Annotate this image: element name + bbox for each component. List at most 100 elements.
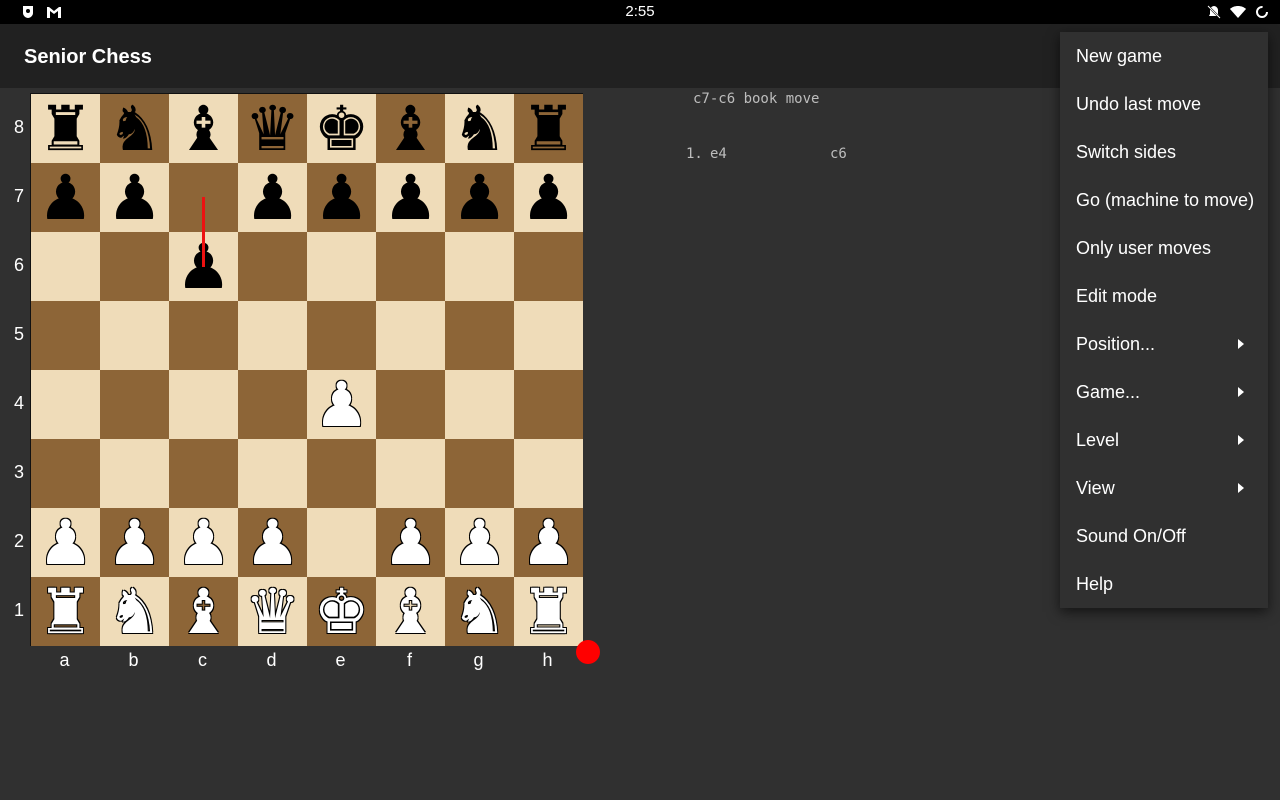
square-b5[interactable] [100,301,169,370]
square-b3[interactable] [100,439,169,508]
square-e3[interactable] [307,439,376,508]
square-e8[interactable]: ♚ [307,94,376,163]
square-h6[interactable] [514,232,583,301]
square-g2[interactable]: ♟ [445,508,514,577]
square-f7[interactable]: ♟ [376,163,445,232]
square-f8[interactable]: ♝ [376,94,445,163]
square-c2[interactable]: ♟ [169,508,238,577]
square-g6[interactable] [445,232,514,301]
black-king-icon[interactable]: ♚ [314,98,370,160]
square-f6[interactable] [376,232,445,301]
white-pawn-icon[interactable]: ♟ [314,374,370,436]
white-queen-icon[interactable]: ♛ [245,581,301,643]
black-pawn-icon[interactable]: ♟ [521,167,577,229]
square-a5[interactable] [31,301,100,370]
square-g7[interactable]: ♟ [445,163,514,232]
black-rook-icon[interactable]: ♜ [521,98,577,160]
square-e4[interactable]: ♟ [307,370,376,439]
square-h4[interactable] [514,370,583,439]
square-a8[interactable]: ♜ [31,94,100,163]
square-h3[interactable] [514,439,583,508]
square-c1[interactable]: ♝ [169,577,238,646]
black-pawn-icon[interactable]: ♟ [38,167,94,229]
white-king-icon[interactable]: ♚ [314,581,370,643]
square-f3[interactable] [376,439,445,508]
square-d4[interactable] [238,370,307,439]
menu-item-only-user-moves[interactable]: Only user moves [1060,224,1268,272]
square-h8[interactable]: ♜ [514,94,583,163]
square-c5[interactable] [169,301,238,370]
square-f2[interactable]: ♟ [376,508,445,577]
square-h1[interactable]: ♜ [514,577,583,646]
white-pawn-icon[interactable]: ♟ [245,512,301,574]
black-queen-icon[interactable]: ♛ [245,98,301,160]
square-g3[interactable] [445,439,514,508]
white-knight-icon[interactable]: ♞ [107,581,163,643]
menu-item-help[interactable]: Help [1060,560,1268,608]
menu-item-game[interactable]: Game... [1060,368,1268,416]
white-rook-icon[interactable]: ♜ [38,581,94,643]
menu-item-level[interactable]: Level [1060,416,1268,464]
white-pawn-icon[interactable]: ♟ [452,512,508,574]
menu-item-view[interactable]: View [1060,464,1268,512]
white-pawn-icon[interactable]: ♟ [38,512,94,574]
square-h5[interactable] [514,301,583,370]
white-move[interactable]: e4 [710,146,727,162]
black-knight-icon[interactable]: ♞ [452,98,508,160]
square-e7[interactable]: ♟ [307,163,376,232]
black-pawn-icon[interactable]: ♟ [107,167,163,229]
menu-item-new-game[interactable]: New game [1060,32,1268,80]
black-bishop-icon[interactable]: ♝ [383,98,439,160]
black-pawn-icon[interactable]: ♟ [383,167,439,229]
menu-item-switch-sides[interactable]: Switch sides [1060,128,1268,176]
white-pawn-icon[interactable]: ♟ [107,512,163,574]
square-h2[interactable]: ♟ [514,508,583,577]
white-bishop-icon[interactable]: ♝ [383,581,439,643]
square-a7[interactable]: ♟ [31,163,100,232]
black-pawn-icon[interactable]: ♟ [314,167,370,229]
square-d5[interactable] [238,301,307,370]
black-move[interactable]: c6 [830,146,847,162]
square-a4[interactable] [31,370,100,439]
black-pawn-icon[interactable]: ♟ [452,167,508,229]
square-e5[interactable] [307,301,376,370]
square-d3[interactable] [238,439,307,508]
square-c3[interactable] [169,439,238,508]
square-d8[interactable]: ♛ [238,94,307,163]
black-rook-icon[interactable]: ♜ [38,98,94,160]
black-bishop-icon[interactable]: ♝ [176,98,232,160]
square-d2[interactable]: ♟ [238,508,307,577]
menu-item-go-machine-to-move[interactable]: Go (machine to move) [1060,176,1268,224]
square-g8[interactable]: ♞ [445,94,514,163]
square-g4[interactable] [445,370,514,439]
square-b8[interactable]: ♞ [100,94,169,163]
white-pawn-icon[interactable]: ♟ [176,512,232,574]
menu-item-position[interactable]: Position... [1060,320,1268,368]
square-c4[interactable] [169,370,238,439]
square-d6[interactable] [238,232,307,301]
square-f4[interactable] [376,370,445,439]
square-f1[interactable]: ♝ [376,577,445,646]
white-knight-icon[interactable]: ♞ [452,581,508,643]
menu-item-edit-mode[interactable]: Edit mode [1060,272,1268,320]
square-g5[interactable] [445,301,514,370]
square-b2[interactable]: ♟ [100,508,169,577]
white-rook-icon[interactable]: ♜ [521,581,577,643]
square-a3[interactable] [31,439,100,508]
black-pawn-icon[interactable]: ♟ [245,167,301,229]
black-knight-icon[interactable]: ♞ [107,98,163,160]
white-bishop-icon[interactable]: ♝ [176,581,232,643]
square-e1[interactable]: ♚ [307,577,376,646]
square-b6[interactable] [100,232,169,301]
square-d7[interactable]: ♟ [238,163,307,232]
square-a2[interactable]: ♟ [31,508,100,577]
white-pawn-icon[interactable]: ♟ [383,512,439,574]
menu-item-undo-last-move[interactable]: Undo last move [1060,80,1268,128]
square-b4[interactable] [100,370,169,439]
square-b1[interactable]: ♞ [100,577,169,646]
square-f5[interactable] [376,301,445,370]
chess-board[interactable]: ♜♞♝♛♚♝♞♜♟♟♟♟♟♟♟♟♟♟♟♟♟♟♟♟♜♞♝♛♚♝♞♜ [30,93,583,646]
square-a1[interactable]: ♜ [31,577,100,646]
square-a6[interactable] [31,232,100,301]
square-c8[interactable]: ♝ [169,94,238,163]
